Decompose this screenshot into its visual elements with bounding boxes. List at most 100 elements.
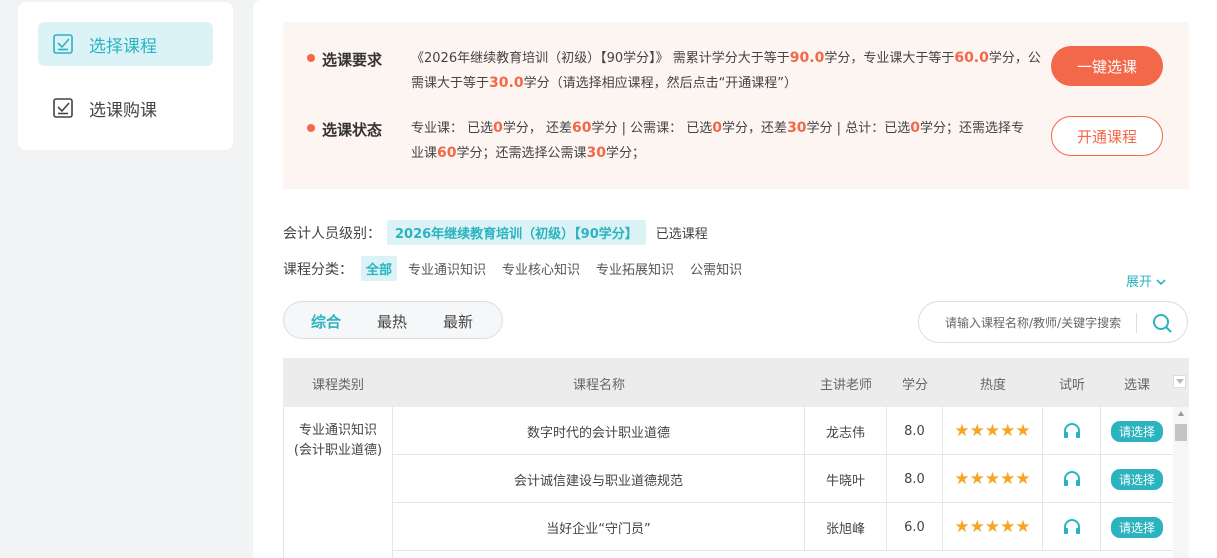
status-text-part: 学分 | 总计：已选 bbox=[806, 121, 911, 136]
select-course-button[interactable]: 请选择 bbox=[1110, 468, 1163, 490]
checkbox-icon bbox=[53, 98, 73, 118]
course-name[interactable]: 数字时代的会计职业道德 bbox=[393, 407, 805, 455]
level-row: 会计人员级别： 2026年继续教育培训（初级）【90学分】 已选课程 bbox=[283, 220, 708, 245]
status-value: 0 bbox=[910, 120, 920, 136]
preview-cell bbox=[1043, 503, 1101, 551]
table-scrollbar[interactable] bbox=[1173, 407, 1189, 558]
status-text-part: 学分， 还差 bbox=[502, 121, 573, 136]
category-extension[interactable]: 专业拓展知识 bbox=[591, 256, 679, 281]
sort-newest[interactable]: 最新 bbox=[443, 311, 473, 332]
header-heat: 热度 bbox=[979, 378, 1006, 393]
status-value: 60 bbox=[572, 120, 592, 136]
select-cell: 请选择 bbox=[1101, 407, 1173, 455]
header-select: 选课 bbox=[1123, 378, 1150, 393]
table-row: 当好企业“守门员” 张旭峰 6.0 ★★★★★ 请选择 bbox=[393, 503, 1173, 551]
category-core[interactable]: 专业核心知识 bbox=[497, 256, 585, 281]
bullet-dot-icon bbox=[307, 124, 315, 132]
teacher-name: 牛晓叶 bbox=[805, 455, 887, 503]
teacher-name: 龙志伟 bbox=[805, 407, 887, 455]
headphones-icon[interactable] bbox=[1063, 423, 1081, 439]
expand-toggle[interactable]: 展开 bbox=[1126, 271, 1166, 290]
table-row: 数字时代的会计职业道德 龙志伟 8.0 ★★★★★ 请选择 bbox=[393, 407, 1173, 455]
heat-stars: ★★★★★ bbox=[943, 503, 1043, 551]
sort-comprehensive[interactable]: 综合 bbox=[311, 311, 341, 332]
category-general[interactable]: 专业通识知识 bbox=[403, 256, 491, 281]
filter-dropdown-icon[interactable] bbox=[1173, 375, 1186, 388]
sort-tabs: 综合 最热 最新 bbox=[283, 301, 503, 339]
level-badge[interactable]: 2026年继续教育培训（初级）【90学分】 bbox=[387, 220, 646, 245]
teacher-name: 张旭峰 bbox=[805, 503, 887, 551]
status-value: 30 bbox=[586, 145, 606, 161]
status-value: 30 bbox=[787, 120, 807, 136]
status-text-part: 学分，还差 bbox=[722, 121, 788, 136]
req-text-part: 学分（请选择相应课程，然后点击“开通课程”） bbox=[523, 76, 798, 91]
category-all[interactable]: 全部 bbox=[361, 256, 398, 281]
search-input[interactable] bbox=[945, 313, 1125, 333]
chevron-down-icon bbox=[1156, 279, 1166, 286]
category-label: 课程分类： bbox=[283, 261, 353, 278]
preview-cell bbox=[1043, 455, 1101, 503]
req-major-credit: 60.0 bbox=[954, 50, 989, 66]
requirement-box: 选课要求 《2026年继续教育培训（初级）【90学分】》 需累计学分大于等于90… bbox=[283, 22, 1189, 189]
star-rating-icon: ★★★★★ bbox=[954, 421, 1031, 441]
req-public-credit: 30.0 bbox=[489, 75, 524, 91]
search-icon[interactable] bbox=[1151, 312, 1173, 334]
sidebar-item-label: 选课购课 bbox=[89, 100, 157, 121]
sidebar-item-select-course[interactable]: 选择课程 bbox=[38, 22, 213, 66]
star-rating-icon: ★★★★★ bbox=[954, 517, 1031, 537]
sort-hottest[interactable]: 最热 bbox=[377, 311, 407, 332]
select-cell: 请选择 bbox=[1101, 503, 1173, 551]
credit-value: 8.0 bbox=[887, 407, 943, 455]
credit-value: 6.0 bbox=[887, 503, 943, 551]
selected-courses-link[interactable]: 已选课程 bbox=[656, 223, 708, 242]
headphones-icon[interactable] bbox=[1063, 471, 1081, 487]
req-text-part: 《2026年继续教育培训（初级）【90学分】》 需累计学分大于等于 bbox=[411, 51, 790, 66]
open-course-button[interactable]: 开通课程 bbox=[1051, 116, 1163, 156]
main-panel: 选课要求 《2026年继续教育培训（初级）【90学分】》 需累计学分大于等于90… bbox=[253, 0, 1217, 558]
checkbox-icon bbox=[53, 34, 73, 54]
search-box bbox=[918, 301, 1188, 343]
select-course-button[interactable]: 请选择 bbox=[1110, 516, 1163, 538]
table-row: 会计诚信建设与职业道德规范 牛晓叶 8.0 ★★★★★ 请选择 bbox=[393, 455, 1173, 503]
category-public[interactable]: 公需知识 bbox=[685, 256, 747, 281]
preview-cell bbox=[1043, 407, 1101, 455]
header-credit: 学分 bbox=[901, 378, 928, 393]
status-text-part: 学分； bbox=[606, 146, 646, 161]
status-text-part: 专业课： 已选 bbox=[411, 121, 494, 136]
status-text-part: 学分 | 公需课： 已选 bbox=[591, 121, 713, 136]
sidebar-item-purchase[interactable]: 选课购课 bbox=[38, 86, 213, 130]
status-value: 0 bbox=[712, 120, 723, 136]
headphones-icon[interactable] bbox=[1063, 519, 1081, 535]
heat-stars: ★★★★★ bbox=[943, 407, 1043, 455]
bullet-dot-icon bbox=[307, 54, 315, 62]
status-title: 选课状态 bbox=[322, 121, 383, 139]
status-value: 60 bbox=[437, 145, 457, 161]
select-course-button[interactable]: 请选择 bbox=[1110, 420, 1163, 442]
course-name[interactable]: 会计诚信建设与职业道德规范 bbox=[393, 455, 805, 503]
requirement-title: 选课要求 bbox=[322, 51, 383, 69]
header-preview: 试听 bbox=[1058, 378, 1085, 393]
header-category: 课程类别 bbox=[311, 378, 364, 393]
one-click-select-button[interactable]: 一键选课 bbox=[1051, 46, 1163, 86]
status-value: 0 bbox=[493, 120, 503, 136]
table-body: 专业通识知识(会计职业道德) 数字时代的会计职业道德 龙志伟 8.0 ★★★★★… bbox=[283, 407, 1173, 558]
category-cell: 专业通识知识(会计职业道德) bbox=[283, 407, 393, 558]
scroll-up-icon[interactable] bbox=[1178, 411, 1184, 416]
requirement-text: 《2026年继续教育培训（初级）【90学分】》 需累计学分大于等于90.0学分，… bbox=[411, 46, 1041, 96]
level-label: 会计人员级别： bbox=[283, 225, 381, 242]
credit-value: 8.0 bbox=[887, 455, 943, 503]
table-header: 课程类别 课程名称 主讲老师 学分 热度 试听 选课 bbox=[283, 358, 1189, 407]
star-rating-icon: ★★★★★ bbox=[954, 469, 1031, 489]
status-text-part: 学分；还需选择公需课 bbox=[456, 146, 587, 161]
req-total-credit: 90.0 bbox=[789, 50, 825, 66]
req-text-part: 学分，专业课大于等于 bbox=[824, 51, 955, 66]
status-text: 专业课： 已选0学分， 还差60学分 | 公需课： 已选0学分，还差30学分 |… bbox=[411, 116, 1036, 166]
select-cell: 请选择 bbox=[1101, 455, 1173, 503]
heat-stars: ★★★★★ bbox=[943, 455, 1043, 503]
header-course-name: 课程名称 bbox=[572, 378, 625, 393]
course-name[interactable]: 当好企业“守门员” bbox=[393, 503, 805, 551]
category-row: 课程分类： 全部 专业通识知识 专业核心知识 专业拓展知识 公需知识 bbox=[283, 256, 753, 281]
sidebar-item-label: 选择课程 bbox=[89, 36, 157, 57]
header-teacher: 主讲老师 bbox=[819, 378, 872, 393]
scroll-thumb[interactable] bbox=[1175, 424, 1187, 441]
